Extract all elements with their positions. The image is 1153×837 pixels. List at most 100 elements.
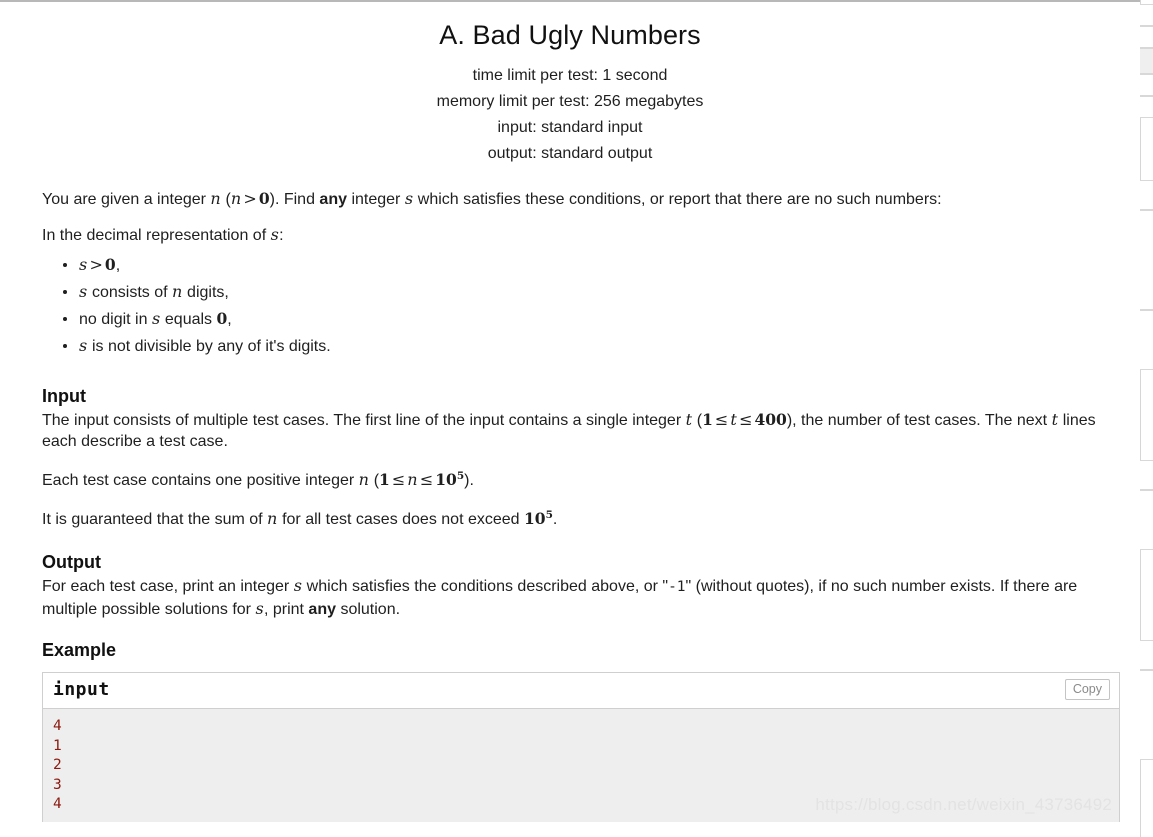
input-paragraph-3: It is guaranteed that the sum of n for a… [42,491,1110,530]
output-paragraph: For each test case, print an integer s w… [42,574,1110,620]
sample-line: 4 [53,718,62,735]
scroll-mark [1140,490,1153,550]
scroll-mark [1140,640,1153,670]
output-negative-one: -1 [668,579,686,596]
scroll-mark [1140,74,1153,96]
emphasis-any: any [319,191,347,208]
operator-le-3: ≤ [391,470,406,490]
scroll-mark [1140,460,1153,490]
input-paragraph-2: Each test case contains one positive int… [42,452,1110,491]
cond2-tail: digits, [182,284,229,301]
value-zero: 0 [258,189,270,208]
input-paragraph-1: The input consists of multiple test case… [42,408,1110,452]
n-upper-bound: 105 [435,470,464,489]
cond1-var-s: s [79,255,88,274]
sum-upper-base: 10 [524,509,546,529]
list-item: s is not divisible by any of it's digits… [63,336,1110,356]
cond1-tail: , [115,257,121,274]
list-item: no digit in s equals 0, [63,309,1110,329]
operator-le-4: ≤ [419,470,434,490]
cond4-var-s: s [79,336,88,355]
input-p2-a: Each test case contains one positive int… [42,472,359,490]
n-lower-bound: 1 [379,470,390,490]
copy-button[interactable]: Copy [1064,679,1110,701]
input-p2-b: ( [369,472,380,490]
scroll-mark [1140,26,1153,48]
conditions-list: s >0, s consists of n digits, no digit in… [42,256,1110,356]
input-mode: input: standard input [497,119,643,136]
scroll-mark [1140,96,1153,118]
t-lower-bound: 1 [702,410,713,429]
input-p1-a: The input consists of multiple test case… [42,412,686,429]
problem-content: You are given a integer n (n >0). Find an… [0,167,1140,823]
cond1-value: 0 [104,255,116,274]
cond2-mid: consists of [87,284,172,301]
cond1-operator: > [89,255,103,274]
scroll-thumb[interactable] [1140,48,1153,74]
scrollbar-strip[interactable] [1140,0,1153,837]
input-p3-c: . [552,511,558,529]
input-p3-b: for all test cases does not exceed [277,511,524,529]
sum-upper-bound: 105 [524,509,553,528]
sample-line: 3 [53,776,62,793]
output-mode: output: standard output [487,145,653,162]
scroll-mark [1140,670,1153,760]
sum-upper-exponent: 5 [545,509,553,522]
scroll-mark [1140,180,1153,210]
input-p3-a: It is guaranteed that the sum of [42,511,268,529]
operator-le-1: ≤ [714,410,729,429]
cond4-tail: is not divisible by any of it's digits. [87,338,331,355]
problem-page: A. Bad Ugly Numbers time limit per test:… [0,2,1140,837]
section-title-input: Input [42,386,86,406]
section-title-example: Example [42,640,117,661]
page-title: A. Bad Ugly Numbers [439,20,701,50]
lead-text-3: ). Find [269,191,320,208]
example-input-header: input Copy [43,673,1119,710]
operator-gt: > [243,189,257,208]
lead-text-4: integer [347,191,405,208]
input-p1-c: ), the number of test cases. The next [786,412,1052,429]
cond3-pre: no digit in [79,311,152,328]
var-n-4: n [407,470,418,490]
emphasis-any-output: any [308,601,336,619]
var-n-3: n [358,470,370,490]
lead-text-1: You are given a integer [42,191,211,208]
output-e: solution. [336,601,401,619]
t-upper-bound: 400 [754,410,787,429]
memory-limit: memory limit per test: 256 megabytes [436,93,704,110]
var-s-decimal: s [270,225,280,244]
cond3-value: 0 [216,309,228,328]
cond3-tail: , [227,311,232,328]
scroll-mark [1140,210,1153,310]
sample-line: 1 [53,737,62,754]
decimal-representation-line: In the decimal representation of s: [42,210,1110,246]
var-n-2: n [230,189,242,208]
var-n-5: n [267,509,278,529]
statement-lead: You are given a integer n (n >0). Find an… [42,167,1110,210]
lead-text-5: which satisfies these conditions, or rep… [413,191,942,208]
cond2-var-s: s [79,282,88,301]
input-p2-c: ). [464,472,474,490]
example-block: input Copy 4 1 2 3 4 [42,672,1120,823]
output-a: For each test case, print an integer [42,578,294,596]
output-b: which satisfies the conditions described… [302,578,669,596]
scroll-mark [1140,4,1153,26]
sample-line: 2 [53,757,62,774]
cond2-var-n: n [172,282,183,301]
var-s-output-2: s [255,599,264,619]
decimal-text-1: In the decimal representation of [42,227,271,244]
list-item: s consists of n digits, [63,282,1110,302]
decimal-text-2: : [279,227,284,244]
lead-text-2: ( [221,191,231,208]
cond3-mid: equals [160,311,217,328]
var-n: n [210,189,222,208]
list-item: s >0, [63,255,1110,275]
problem-header: A. Bad Ugly Numbers time limit per test:… [0,2,1140,167]
output-d: , print [263,601,309,619]
time-limit: time limit per test: 1 second [472,67,668,84]
example-input-data: 4 1 2 3 4 [43,709,1119,823]
operator-le-2: ≤ [739,410,753,429]
n-upper-base: 10 [435,470,457,490]
sample-line: 4 [53,795,62,812]
example-input-label: input [53,679,110,701]
